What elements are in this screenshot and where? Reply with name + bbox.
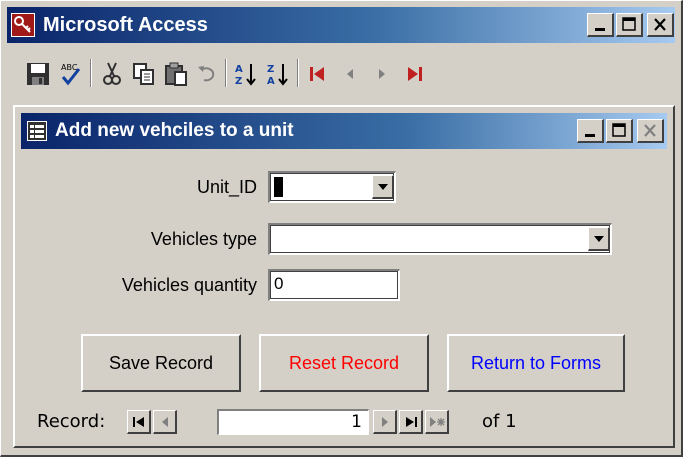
record-label: Record: bbox=[37, 411, 106, 432]
access-key-icon[interactable] bbox=[11, 13, 35, 37]
new-record-button[interactable] bbox=[425, 410, 449, 434]
sort-ascending-icon[interactable]: AZ bbox=[233, 61, 259, 87]
record-number-field[interactable]: 1 bbox=[217, 409, 369, 435]
undo-icon[interactable] bbox=[195, 61, 221, 87]
maximize-icon bbox=[612, 123, 626, 137]
paste-icon[interactable] bbox=[163, 61, 189, 87]
record-number: 1 bbox=[351, 412, 362, 432]
chevron-down-icon bbox=[378, 184, 388, 190]
vehicles-type-label: Vehicles type bbox=[150, 229, 257, 249]
copy-icon[interactable] bbox=[131, 61, 157, 87]
vehicles-quantity-field[interactable]: 0 bbox=[268, 269, 400, 301]
toolbar: ABC AZ ZA bbox=[7, 51, 675, 95]
maximize-button[interactable] bbox=[616, 13, 643, 37]
sort-descending-icon[interactable]: ZA bbox=[265, 61, 291, 87]
maximize-icon bbox=[622, 17, 636, 31]
toolbar-separator bbox=[297, 59, 299, 87]
minimize-button[interactable] bbox=[587, 13, 614, 37]
last-record-icon bbox=[406, 417, 417, 427]
vehicles-quantity-label: Vehicles quantity bbox=[121, 275, 257, 295]
next-record-icon[interactable] bbox=[369, 61, 395, 87]
close-button[interactable] bbox=[647, 13, 674, 37]
unit-id-label: Unit_ID bbox=[196, 177, 257, 197]
new-record-icon bbox=[430, 417, 445, 427]
last-record-button[interactable] bbox=[399, 410, 423, 434]
first-record-icon[interactable] bbox=[305, 61, 331, 87]
minimize-icon bbox=[595, 28, 605, 31]
unit-id-combo[interactable] bbox=[268, 171, 396, 203]
toolbar-separator bbox=[225, 59, 227, 87]
form-title: Add new vehciles to a unit bbox=[55, 120, 294, 141]
previous-record-icon[interactable] bbox=[337, 61, 363, 87]
svg-text:A: A bbox=[235, 64, 243, 75]
previous-record-button[interactable] bbox=[153, 410, 177, 434]
form-minimize-button[interactable] bbox=[577, 119, 604, 143]
svg-text:Z: Z bbox=[267, 64, 274, 75]
reset-record-button[interactable]: Reset Record bbox=[259, 334, 429, 392]
cut-icon[interactable] bbox=[99, 61, 125, 87]
minimize-icon bbox=[585, 134, 595, 137]
unit-id-dropdown-button[interactable] bbox=[372, 175, 394, 199]
access-main-window: Microsoft Access ABC A Z Z A Add new veh… bbox=[0, 0, 683, 457]
app-title-bar[interactable]: Microsoft Access bbox=[7, 7, 675, 43]
close-icon bbox=[644, 124, 656, 137]
text-cursor bbox=[274, 177, 283, 197]
form-close-button[interactable] bbox=[637, 119, 664, 143]
previous-record-icon bbox=[162, 417, 168, 427]
svg-text:A: A bbox=[267, 76, 275, 87]
record-navigator: Record: 1 of 1 bbox=[27, 405, 667, 439]
first-record-button[interactable] bbox=[127, 410, 151, 434]
save-record-button[interactable]: Save Record bbox=[81, 334, 241, 392]
form-title-bar[interactable]: Add new vehciles to a unit bbox=[21, 113, 667, 149]
return-to-forms-button[interactable]: Return to Forms bbox=[447, 334, 625, 392]
vehicles-type-dropdown-button[interactable] bbox=[588, 227, 610, 251]
app-title: Microsoft Access bbox=[43, 14, 208, 36]
svg-text:ABC: ABC bbox=[61, 63, 78, 72]
last-record-icon[interactable] bbox=[401, 61, 427, 87]
form-icon[interactable] bbox=[27, 121, 47, 141]
toolbar-separator bbox=[90, 59, 92, 87]
first-record-icon bbox=[133, 417, 144, 427]
next-record-button[interactable] bbox=[373, 410, 397, 434]
spelling-icon[interactable]: ABC bbox=[57, 61, 83, 87]
next-record-icon bbox=[382, 417, 388, 427]
vehicles-type-combo[interactable] bbox=[268, 223, 612, 255]
save-icon[interactable] bbox=[25, 61, 51, 87]
record-count: of 1 bbox=[482, 411, 517, 432]
chevron-down-icon bbox=[594, 236, 604, 242]
svg-text:Z: Z bbox=[235, 76, 242, 87]
vehicles-quantity-value: 0 bbox=[274, 274, 284, 293]
close-icon bbox=[654, 18, 666, 31]
form-maximize-button[interactable] bbox=[606, 119, 633, 143]
